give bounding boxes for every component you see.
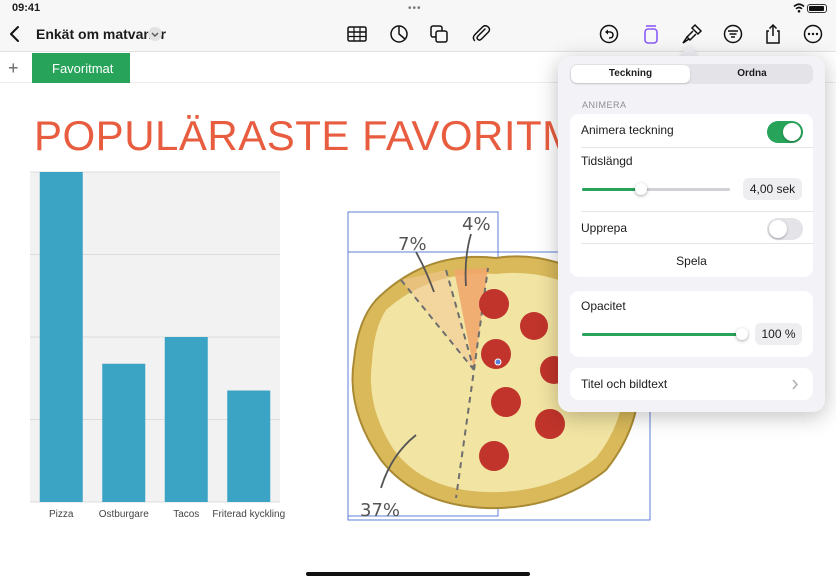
bar-chart[interactable]: Pizza Ostburgare Tacos Friterad kyckling xyxy=(30,170,285,525)
divider xyxy=(581,147,813,148)
share-icon[interactable] xyxy=(762,23,784,45)
animate-drawing-label: Animera teckning xyxy=(581,123,674,137)
bar-ostburgare[interactable] xyxy=(102,363,146,502)
opacity-value[interactable]: 100 % xyxy=(755,323,802,345)
wifi-icon xyxy=(793,3,805,13)
annotation-4: 4% xyxy=(462,214,491,235)
x-tick-label: Friterad kyckling xyxy=(212,509,285,520)
table-icon[interactable] xyxy=(346,23,368,45)
home-indicator xyxy=(306,572,530,576)
back-chevron-icon[interactable] xyxy=(8,25,22,43)
opacity-card: Opacitet 100 % xyxy=(570,291,813,357)
filter-icon[interactable] xyxy=(722,23,744,45)
x-tick-label: Tacos xyxy=(173,509,199,520)
undo-icon[interactable] xyxy=(598,23,620,45)
play-button[interactable]: Spela xyxy=(570,254,813,268)
animate-drawing-toggle[interactable] xyxy=(767,121,803,143)
section-header-animera: ANIMERA xyxy=(582,100,627,110)
bar-tacos[interactable] xyxy=(164,337,208,502)
bar-pizza[interactable] xyxy=(39,172,83,502)
bar-friterad-kyckling[interactable] xyxy=(227,390,271,502)
format-brush-icon[interactable] xyxy=(681,23,703,45)
annotation-37: 37% xyxy=(360,500,400,521)
sheet-tab-favoritmat[interactable]: Favoritmat xyxy=(32,53,130,83)
opacity-label: Opacitet xyxy=(581,299,626,313)
duration-slider[interactable] xyxy=(582,183,730,195)
divider xyxy=(581,211,813,212)
caption-row[interactable]: Titel och bildtext xyxy=(570,368,813,400)
paperclip-icon[interactable] xyxy=(470,23,492,45)
segment-teckning[interactable]: Teckning xyxy=(571,65,690,83)
battery-icon xyxy=(807,4,827,13)
opacity-slider[interactable] xyxy=(582,328,748,340)
status-time: 09:41 xyxy=(12,2,41,14)
chevron-right-icon xyxy=(792,379,799,390)
document-title[interactable]: Enkät om matvanor xyxy=(36,26,166,42)
status-bar: 09:41 ••• xyxy=(0,0,836,16)
caption-label: Titel och bildtext xyxy=(581,377,668,391)
repeat-toggle[interactable] xyxy=(767,218,803,240)
slide-title[interactable]: POPULÄRASTE FAVORITMAT xyxy=(34,112,629,160)
segment-ordna[interactable]: Ordna xyxy=(692,65,812,83)
x-tick-label: Ostburgare xyxy=(99,509,149,520)
animation-card: Animera teckning Tidslängd 4,00 sek Uppr… xyxy=(570,114,813,277)
duration-value[interactable]: 4,00 sek xyxy=(743,178,802,200)
more-icon[interactable] xyxy=(802,23,824,45)
shapes-icon[interactable] xyxy=(428,23,450,45)
repeat-label: Upprepa xyxy=(581,221,628,235)
title-chevron-down-icon[interactable] xyxy=(148,27,162,41)
toolbar: Enkät om matvanor xyxy=(0,16,836,52)
format-popover: Teckning Ordna ANIMERA Animera teckning … xyxy=(558,56,825,412)
x-tick-label: Pizza xyxy=(49,509,74,520)
chart-icon[interactable] xyxy=(388,23,410,45)
duration-label: Tidslängd xyxy=(581,154,633,168)
presenter-icon[interactable] xyxy=(640,23,662,45)
segmented-control: Teckning Ordna xyxy=(570,64,813,84)
divider xyxy=(581,243,813,244)
annotation-7: 7% xyxy=(398,234,427,255)
multitasking-dots-icon[interactable]: ••• xyxy=(408,3,422,14)
add-sheet-button[interactable]: + xyxy=(8,59,19,77)
